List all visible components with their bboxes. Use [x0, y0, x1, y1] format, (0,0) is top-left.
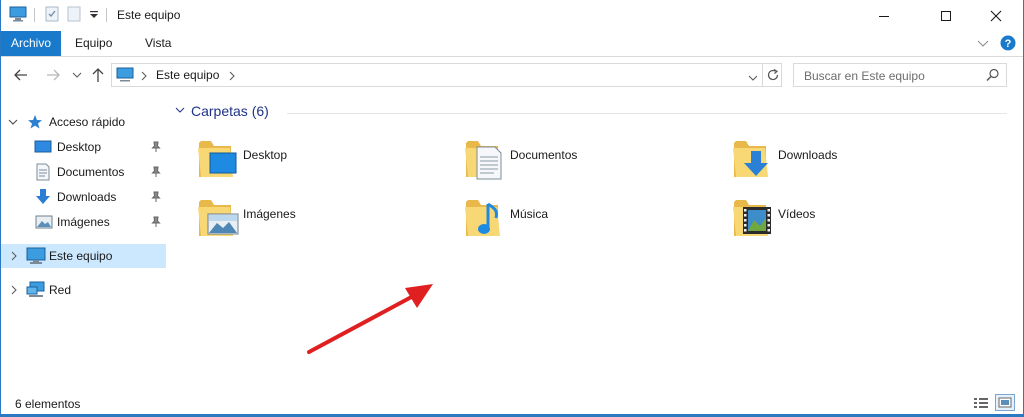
address-row: Este equipo Buscar en Este equipo [1, 57, 1023, 93]
nav-item-red[interactable]: Red [1, 278, 166, 302]
annotation-arrow-icon [307, 284, 433, 354]
group-collapse-chevron-icon [175, 107, 185, 113]
explorer-window: Este equipo Archivo Equipo Vista ? Este … [0, 0, 1024, 417]
ribbon-tabs: Archivo Equipo Vista ? [1, 31, 1023, 57]
folder-tile-desktop[interactable]: Desktop [195, 131, 455, 181]
pin-icon [151, 141, 161, 152]
nav-label-desktop: Desktop [57, 140, 102, 154]
pc-icon [116, 67, 134, 86]
videos-folder-icon [733, 200, 771, 236]
download-arrow-icon [36, 189, 50, 204]
title-bar: Este equipo [1, 0, 1023, 31]
properties-icon[interactable] [44, 6, 60, 22]
search-input[interactable]: Buscar en Este equipo [804, 69, 925, 83]
folder-tile-downloads[interactable]: Downloads [730, 131, 990, 181]
search-icon[interactable] [986, 68, 1000, 85]
navigation-pane: Acceso rápido Desktop Documentos Downloa… [1, 93, 167, 393]
nav-quick-access[interactable]: Acceso rápido [1, 110, 166, 134]
large-icons-view-icon[interactable] [995, 394, 1015, 411]
address-bar[interactable]: Este equipo [111, 63, 782, 87]
group-header-carpetas[interactable]: Carpetas (6) [175, 103, 269, 119]
star-icon [28, 115, 42, 129]
svg-text:?: ? [1005, 38, 1012, 50]
pin-icon [151, 191, 161, 202]
expanded-chevron-icon [8, 119, 18, 125]
maximize-button[interactable] [923, 0, 969, 31]
folder-tile-musica[interactable]: Música [462, 190, 722, 240]
group-divider [287, 113, 1007, 114]
folder-label: Desktop [243, 148, 288, 162]
recent-locations-chevron-icon[interactable] [67, 65, 87, 85]
minimize-button[interactable] [861, 0, 907, 31]
tab-equipo[interactable]: Equipo [65, 31, 122, 56]
tab-vista[interactable]: Vista [135, 31, 181, 56]
close-button[interactable] [973, 0, 1019, 31]
breadcrumb-chevron-icon[interactable] [140, 70, 148, 84]
status-bar: 6 elementos [1, 393, 1023, 414]
qa-divider [34, 8, 35, 22]
help-icon[interactable]: ? [1000, 35, 1016, 54]
collapsed-chevron-icon [11, 285, 17, 295]
folder-label: Música [510, 207, 549, 221]
up-button[interactable] [88, 65, 108, 85]
title-divider [106, 8, 107, 22]
folder-label: Documentos [510, 148, 578, 162]
forward-button[interactable] [43, 65, 63, 85]
documents-folder-icon [465, 141, 502, 180]
nav-label-downloads: Downloads [57, 190, 117, 204]
nav-item-imagenes[interactable]: Imágenes [1, 210, 166, 234]
item-count: 6 elementos [15, 397, 81, 411]
collapsed-chevron-icon [11, 251, 17, 261]
details-view-icon[interactable] [973, 396, 989, 413]
refresh-icon[interactable] [766, 68, 780, 85]
nav-item-downloads[interactable]: Downloads [1, 185, 166, 209]
address-divider [762, 64, 763, 86]
pc-icon[interactable] [9, 6, 27, 22]
desktop-folder-icon [198, 141, 237, 177]
pictures-folder-icon [198, 200, 239, 236]
content-area: Carpetas (6) Desktop Documentos Download… [167, 93, 1023, 393]
pc-icon [26, 247, 46, 264]
ribbon-expand-chevron-icon[interactable] [977, 38, 989, 52]
nav-item-este-equipo[interactable]: Este equipo [1, 244, 166, 268]
folder-tile-documentos[interactable]: Documentos [462, 131, 722, 181]
network-icon [26, 281, 45, 297]
folder-label: Downloads [778, 148, 838, 162]
nav-label-quick-access: Acceso rápido [49, 115, 126, 129]
pin-icon [151, 216, 161, 227]
nav-label-este-equipo: Este equipo [49, 249, 113, 263]
folder-label: Vídeos [778, 207, 816, 221]
folder-tile-imagenes[interactable]: Imágenes [195, 190, 455, 240]
music-folder-icon [465, 200, 500, 236]
group-title: Carpetas (6) [191, 103, 269, 119]
nav-label-documentos: Documentos [57, 165, 125, 179]
breadcrumb-chevron-icon[interactable] [228, 70, 236, 84]
folder-tile-videos[interactable]: Vídeos [730, 190, 990, 240]
nav-label-imagenes: Imágenes [57, 215, 110, 229]
nav-item-documentos[interactable]: Documentos [1, 160, 166, 184]
nav-item-desktop[interactable]: Desktop [1, 135, 166, 159]
folder-label: Imágenes [243, 207, 296, 221]
window-title: Este equipo [117, 8, 181, 22]
search-box[interactable]: Buscar en Este equipo [793, 63, 1007, 87]
pictures-icon [35, 215, 53, 229]
nav-label-red: Red [49, 283, 72, 297]
customize-qa-dropdown-icon[interactable] [89, 10, 99, 20]
back-button[interactable] [11, 65, 31, 85]
pin-icon [151, 166, 161, 177]
address-history-chevron-icon[interactable] [748, 71, 758, 85]
documents-icon [36, 163, 50, 181]
breadcrumb-este-equipo[interactable]: Este equipo [156, 68, 219, 82]
new-folder-icon[interactable] [67, 6, 81, 22]
downloads-folder-icon [733, 141, 768, 177]
desktop-icon [34, 140, 52, 153]
tab-archivo[interactable]: Archivo [1, 31, 61, 56]
